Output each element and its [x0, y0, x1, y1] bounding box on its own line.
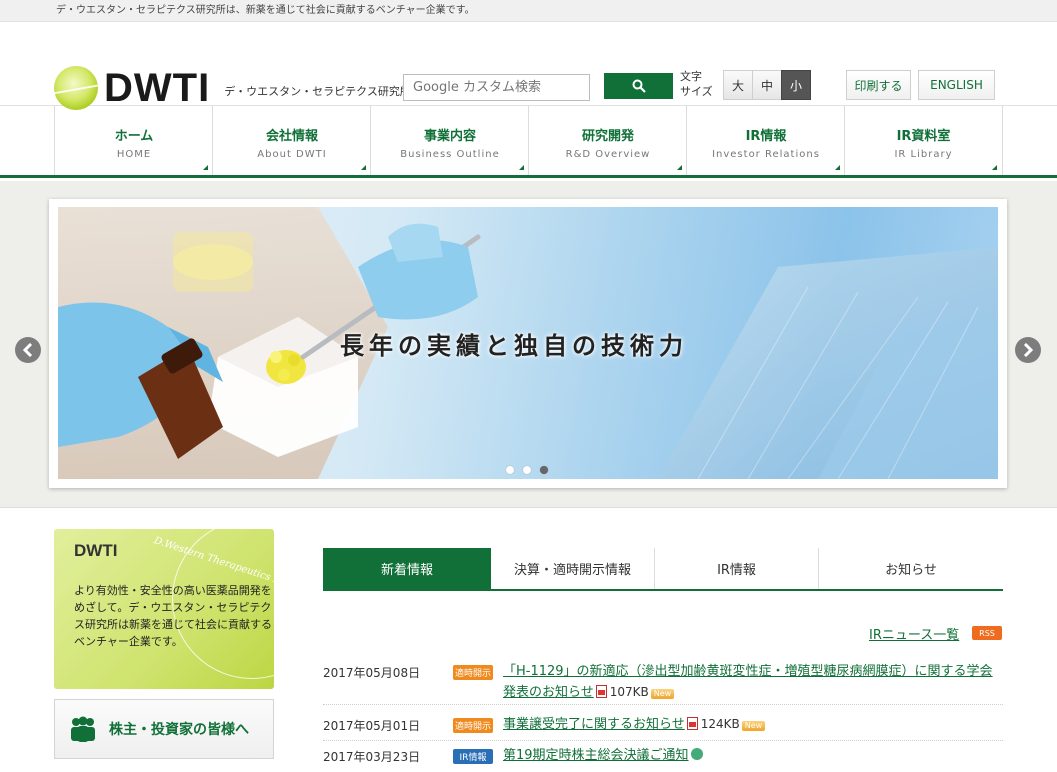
nav-label: IR資料室 — [896, 129, 951, 144]
corner-arrow-icon — [677, 165, 682, 170]
news-date: 2017年03月23日 — [323, 750, 421, 764]
site-logo[interactable]: DWTI デ・ウエスタン・セラピテクス研究所 — [54, 66, 411, 110]
font-size-label-line1: 文字 — [680, 70, 702, 83]
news-date: 2017年05月08日 — [323, 666, 421, 680]
slider-dots — [506, 466, 557, 474]
news-item: 2017年05月08日 適時開示 「H-1129」の新適応（滲出型加齢黄斑変性症… — [323, 660, 1003, 705]
investor-banner-button[interactable]: 株主・投資家の皆様へ — [54, 699, 274, 759]
nav-label: ホーム — [114, 129, 154, 144]
intro-box-title: DWTI — [74, 541, 118, 560]
news-badge: 適時開示 — [453, 665, 493, 680]
nav-label: IR情報 — [745, 129, 787, 144]
nav-sublabel: Investor Relations — [712, 149, 820, 160]
font-size-label-line2: サイズ — [680, 85, 713, 98]
chevron-right-icon — [1023, 343, 1034, 357]
search-icon — [632, 79, 646, 93]
font-size-selector: 大 中 小 — [723, 70, 811, 100]
pdf-icon — [686, 717, 698, 730]
globe-icon — [690, 748, 703, 760]
new-badge: New — [650, 689, 675, 699]
nav-item-ir[interactable]: IR情報 Investor Relations — [686, 106, 845, 175]
hero-caption: 長年の実績と独自の技術力 — [340, 332, 688, 360]
news-tabs: 新着情報 決算・適時開示情報 IR情報 お知らせ — [323, 548, 1003, 591]
hero-slide-image[interactable]: 長年の実績と独自の技術力 — [58, 207, 998, 479]
nav-label: 会社情報 — [265, 129, 318, 144]
people-icon — [71, 716, 95, 742]
logo-text: DWTI — [104, 66, 211, 110]
file-size: 124KB — [700, 717, 740, 731]
english-button[interactable]: ENGLISH — [918, 70, 995, 100]
nav-label: 研究開発 — [581, 129, 634, 144]
nav-sublabel: R&D Overview — [565, 149, 651, 160]
corner-arrow-icon — [835, 165, 840, 170]
nav-sublabel: Business Outline — [400, 149, 500, 160]
corner-arrow-icon — [519, 165, 524, 170]
search-button[interactable] — [604, 73, 673, 99]
nav-item-about[interactable]: 会社情報 About DWTI — [212, 106, 371, 175]
global-nav: ホーム HOME 会社情報 About DWTI 事業内容 Business O… — [0, 106, 1057, 178]
slider-dot-3[interactable] — [540, 466, 548, 474]
news-badge: IR情報 — [453, 749, 493, 764]
file-size: 107KB — [609, 685, 649, 699]
tab-latest[interactable]: 新着情報 — [323, 548, 491, 589]
site-header: DWTI デ・ウエスタン・セラピテクス研究所 文字 サイズ 大 中 小 印刷する… — [0, 22, 1057, 110]
tab-ir[interactable]: IR情報 — [655, 548, 819, 589]
font-size-small-button[interactable]: 小 — [781, 70, 811, 100]
chevron-left-icon — [22, 343, 33, 357]
news-title-link[interactable]: 事業譲受完了に関するお知らせ — [503, 717, 685, 732]
nav-label: 事業内容 — [423, 129, 476, 144]
intro-box-text: より有効性・安全性の高い医薬品開発をめざして。デ・ウエスタン・セラピテクス研究所… — [74, 584, 272, 648]
nav-item-home[interactable]: ホーム HOME — [54, 106, 213, 175]
nav-sublabel: HOME — [116, 149, 152, 160]
corner-arrow-icon — [203, 165, 208, 170]
ir-news-list-link[interactable]: IRニュース一覧 — [869, 624, 959, 643]
tab-notice[interactable]: お知らせ — [819, 548, 1003, 589]
investor-banner-label: 株主・投資家の皆様へ — [109, 722, 249, 738]
new-badge: New — [741, 721, 766, 731]
corner-arrow-icon — [992, 165, 997, 170]
search-input[interactable] — [403, 74, 590, 101]
print-button[interactable]: 印刷する — [846, 70, 911, 100]
company-intro-box: D.Western Therapeutics Institute DWTI より… — [54, 529, 274, 689]
logo-mark-icon — [54, 66, 98, 110]
font-size-label: 文字 サイズ — [680, 69, 713, 99]
corner-arrow-icon — [361, 165, 366, 170]
news-date: 2017年05月01日 — [323, 719, 421, 733]
news-title: 事業譲受完了に関するお知らせ 124KB New — [503, 714, 993, 735]
rss-badge[interactable]: RSS — [972, 626, 1002, 640]
slider-dot-1[interactable] — [506, 466, 514, 474]
news-item: 2017年05月01日 適時開示 事業譲受完了に関するお知らせ 124KB New — [323, 713, 1003, 741]
font-size-large-button[interactable]: 大 — [723, 70, 753, 100]
font-size-medium-button[interactable]: 中 — [752, 70, 782, 100]
news-title-link[interactable]: 「H-1129」の新適応（滲出型加齢黄斑変性症・増殖型糖尿病網膜症）に関する学会… — [503, 664, 993, 700]
tab-disclosure[interactable]: 決算・適時開示情報 — [491, 548, 655, 589]
news-title: 「H-1129」の新適応（滲出型加齢黄斑変性症・増殖型糖尿病網膜症）に関する学会… — [503, 661, 993, 703]
pdf-icon — [595, 685, 607, 698]
logo-subtitle: デ・ウエスタン・セラピテクス研究所 — [224, 85, 411, 98]
slider-dot-2[interactable] — [523, 466, 531, 474]
nav-item-rd[interactable]: 研究開発 R&D Overview — [528, 106, 687, 175]
nav-item-ir-library[interactable]: IR資料室 IR Library — [844, 106, 1003, 175]
news-badge: 適時開示 — [453, 718, 493, 733]
nav-sublabel: IR Library — [894, 149, 953, 160]
nav-sublabel: About DWTI — [257, 149, 327, 160]
slider-prev-button[interactable] — [15, 337, 41, 363]
top-tagline: デ・ウエスタン・セラピテクス研究所は、新薬を通じて社会に貢献するベンチャー企業で… — [0, 0, 1057, 22]
nav-item-business[interactable]: 事業内容 Business Outline — [370, 106, 529, 175]
news-title-link[interactable]: 第19期定時株主総会決議ご通知 — [503, 748, 689, 763]
slider-next-button[interactable] — [1015, 337, 1041, 363]
news-title: 第19期定時株主総会決議ご通知 — [503, 745, 993, 766]
news-item: 2017年03月23日 IR情報 第19期定時株主総会決議ご通知 — [323, 744, 1003, 772]
